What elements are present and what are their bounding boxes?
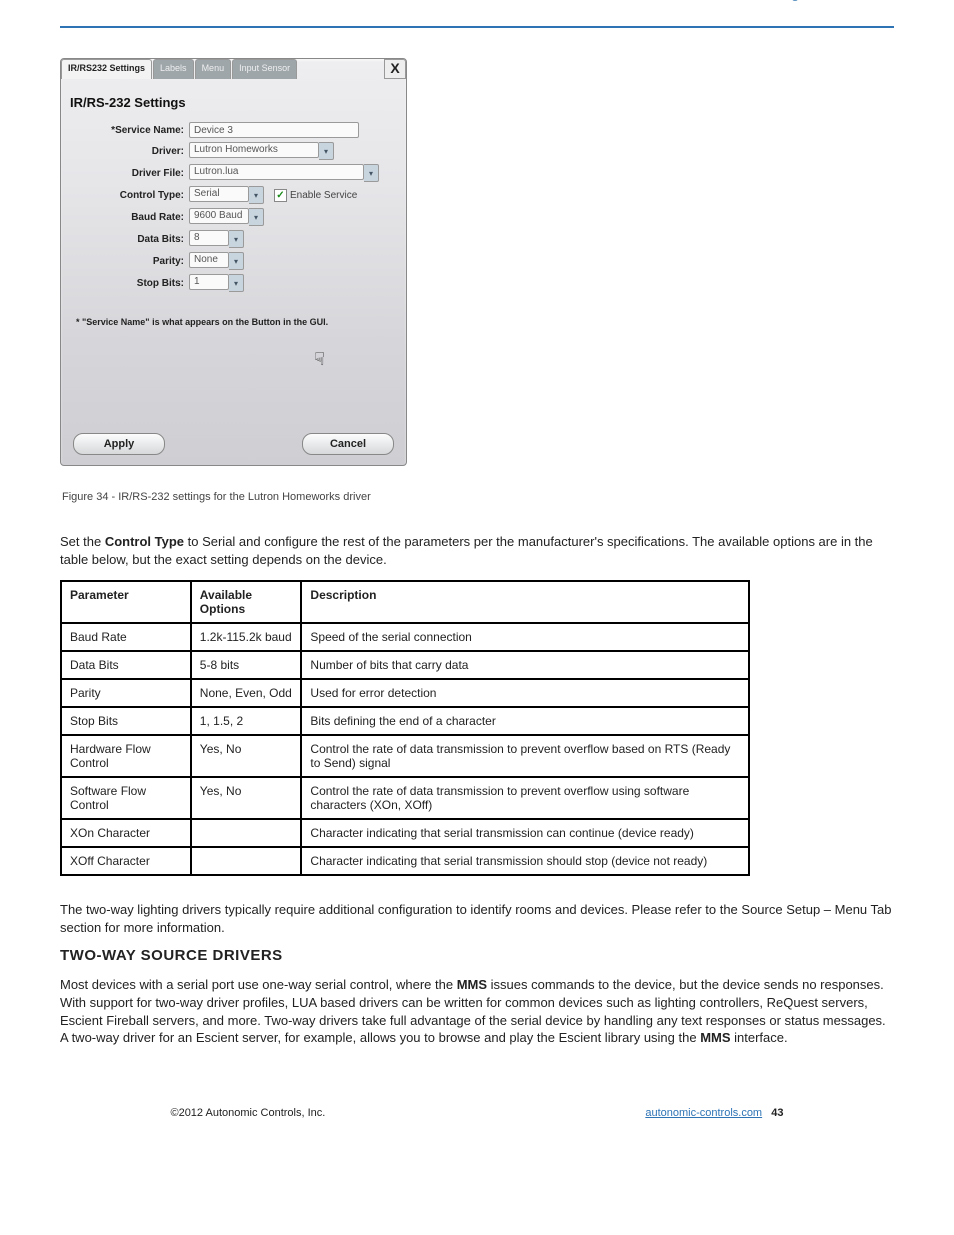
enable-service-label: Enable Service [290,190,357,201]
baud-rate-label: Baud Rate: [76,212,189,223]
service-name-label: *Service Name: [76,125,189,136]
chevron-down-icon[interactable]: ▾ [249,186,264,204]
close-button[interactable]: X [384,59,406,79]
section-heading: TWO-WAY SOURCE DRIVERS [60,946,894,966]
apply-button[interactable]: Apply [73,433,165,455]
header-product: Mirage Media Server [60,0,894,1]
table-row: Software Flow ControlYes, NoControl the … [61,777,749,819]
table-row: Hardware Flow ControlYes, NoControl the … [61,735,749,777]
settings-dialog: IR/RS232 Settings Labels Menu Input Sens… [60,58,407,466]
control-type-select[interactable]: Serial [189,186,249,202]
cancel-button[interactable]: Cancel [302,433,394,455]
parity-select[interactable]: None [189,252,229,268]
figure-caption: Figure 34 - IR/RS-232 settings for the L… [62,491,894,503]
copyright: ©2012 Autonomic Controls, Inc. [170,1107,325,1119]
col-parameter: Parameter [61,581,191,623]
driver-file-label: Driver File: [76,168,189,179]
paragraph-3: Most devices with a serial port use one-… [60,976,894,1046]
driver-label: Driver: [76,146,189,157]
baud-rate-select[interactable]: 9600 Baud [189,208,249,224]
checkmark-icon: ✓ [274,189,287,202]
chevron-down-icon[interactable]: ▾ [364,164,379,182]
table-row: Stop Bits1, 1.5, 2Bits defining the end … [61,707,749,735]
paragraph-1: Set the Control Type to Serial and confi… [60,533,894,568]
tab-labels[interactable]: Labels [153,59,194,79]
data-bits-label: Data Bits: [76,234,189,245]
chevron-down-icon[interactable]: ▾ [319,142,334,160]
table-row: XOff CharacterCharacter indicating that … [61,847,749,875]
page-number: 43 [771,1107,783,1119]
service-name-footnote: * "Service Name" is what appears on the … [76,317,391,327]
service-name-input[interactable] [189,122,359,138]
tab-input-sensor[interactable]: Input Sensor [232,59,297,79]
header-rule [60,26,894,28]
chevron-down-icon[interactable]: ▾ [249,208,264,226]
tab-menu[interactable]: Menu [195,59,232,79]
col-options: Available Options [191,581,302,623]
page-footer: ©2012 Autonomic Controls, Inc. autonomic… [60,1107,894,1119]
stop-bits-label: Stop Bits: [76,278,189,289]
driver-select[interactable]: Lutron Homeworks [189,142,319,158]
chevron-down-icon[interactable]: ▾ [229,252,244,270]
table-header-row: Parameter Available Options Description [61,581,749,623]
col-desc: Description [301,581,749,623]
data-bits-select[interactable]: 8 [189,230,229,246]
parity-label: Parity: [76,256,189,267]
driver-file-select[interactable]: Lutron.lua [189,164,364,180]
table-row: Data Bits5-8 bitsNumber of bits that car… [61,651,749,679]
dialog-title: IR/RS-232 Settings [70,95,391,110]
parameters-table: Parameter Available Options Description … [60,580,750,876]
stop-bits-select[interactable]: 1 [189,274,229,290]
table-row: XOn CharacterCharacter indicating that s… [61,819,749,847]
table-row: ParityNone, Even, OddUsed for error dete… [61,679,749,707]
footer-link[interactable]: autonomic-controls.com [645,1107,762,1119]
enable-service-checkbox[interactable]: ✓ Enable Service [274,189,357,202]
table-row: Baud Rate1.2k-115.2k baudSpeed of the se… [61,623,749,651]
tab-ir-rs232[interactable]: IR/RS232 Settings [61,59,152,79]
tab-strip: IR/RS232 Settings Labels Menu Input Sens… [61,59,406,79]
chevron-down-icon[interactable]: ▾ [229,274,244,292]
paragraph-2: The two-way lighting drivers typically r… [60,901,894,936]
chevron-down-icon[interactable]: ▾ [229,230,244,248]
control-type-label: Control Type: [76,190,189,201]
